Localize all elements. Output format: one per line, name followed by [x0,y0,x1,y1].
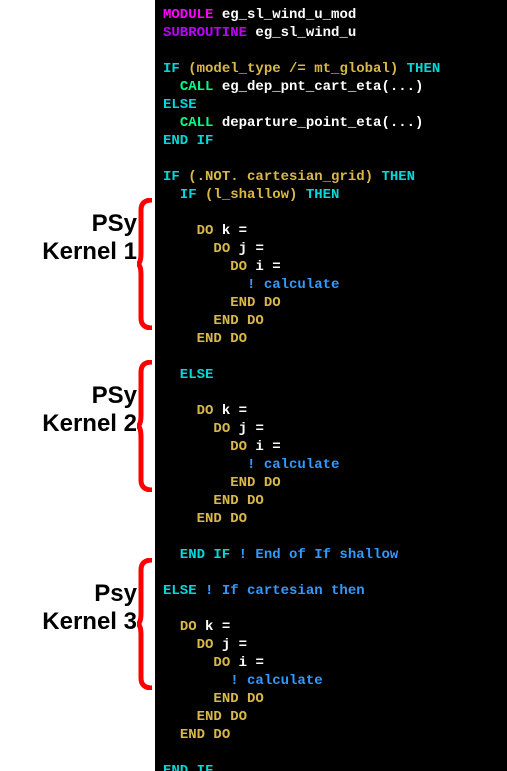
code-listing: MODULE eg_sl_wind_u_mod SUBROUTINE eg_sl… [155,0,507,771]
if-keyword: IF [163,61,180,77]
call-keyword: CALL [180,79,214,95]
subroutine-keyword: SUBROUTINE [163,25,247,41]
do-keyword: DO [197,223,214,239]
psy-kernel-3-label: PsyKernel 3 [42,580,137,636]
module-keyword: MODULE [163,7,213,23]
psy-kernel-2-bracket [137,360,153,492]
else-keyword: ELSE [163,97,197,113]
psy-kernel-1-label: PSyKernel 1 [42,210,137,266]
comment: ! calculate [247,277,339,293]
psy-kernel-2-label: PSyKernel 2 [42,382,137,438]
psy-kernel-1-bracket [137,198,153,330]
psy-kernel-3-bracket [137,558,153,690]
enddo-keyword: END DO [230,295,280,311]
annotation-column: PSyKernel 1 PSyKernel 2 PsyKernel 3 [0,0,155,771]
endif-keyword: END IF [163,133,213,149]
figure-container: PSyKernel 1 PSyKernel 2 PsyKernel 3 MODU… [0,0,507,771]
